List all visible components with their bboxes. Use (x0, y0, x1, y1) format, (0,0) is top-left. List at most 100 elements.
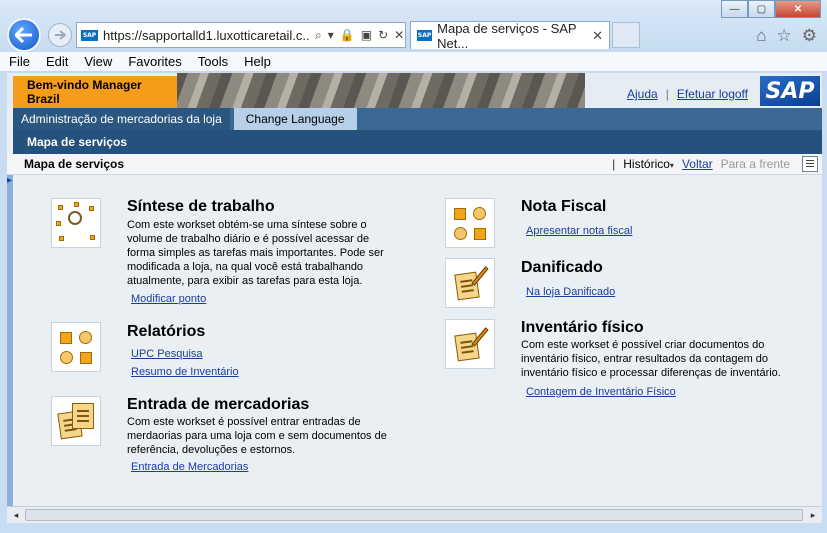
address-icons: ⌕ ▾ 🔒 ▣ ↻ ✕ (315, 28, 404, 43)
forward-button[interactable] (48, 23, 72, 47)
square-shape (80, 352, 92, 364)
title-bar-actions: | Histórico Voltar Para a frente (612, 156, 822, 172)
welcome-message: Bem-vindo Manager Brazil (13, 76, 177, 108)
nav-store-merchandise[interactable]: Administração de mercadorias da loja (13, 108, 230, 130)
inventory-summary-link[interactable]: Resumo de Inventário (131, 366, 239, 378)
search-icon[interactable]: ⌕ (315, 28, 322, 43)
damaged-title[interactable]: Danificado (521, 259, 603, 277)
square-shape (454, 208, 466, 220)
second-level-navigation: Mapa de serviços (13, 130, 822, 154)
top-level-navigation: Administração de mercadorias da loja Cha… (13, 108, 822, 130)
node (90, 235, 95, 240)
title-separator: | (612, 157, 616, 171)
goods-receipt-link[interactable]: Entrada de Mercadorias (131, 461, 248, 473)
page-menu-icon[interactable] (802, 156, 818, 172)
circle-shape (60, 351, 73, 364)
goods-receipt-title[interactable]: Entrada de mercadorias (127, 396, 309, 414)
history-dropdown[interactable]: Histórico (623, 157, 674, 171)
menu-tools[interactable]: Tools (190, 54, 236, 69)
scroll-right-icon[interactable]: ▸ (806, 509, 820, 521)
circle-shape (79, 331, 92, 344)
forward-link: Para a frente (720, 157, 790, 171)
physical-inventory-title[interactable]: Inventário físico (521, 319, 644, 337)
lock-icon[interactable]: 🔒 (340, 28, 355, 43)
reports-icon[interactable] (51, 322, 101, 372)
menu-file[interactable]: File (0, 54, 38, 69)
scrollbar-thumb[interactable] (25, 509, 803, 521)
document-shape (72, 403, 94, 429)
circle-shape (454, 227, 467, 240)
page-title-bar: Mapa de serviços | Histórico Voltar Para… (7, 154, 822, 175)
help-link[interactable]: Ajuda (627, 87, 658, 101)
change-language-tab[interactable]: Change Language (233, 108, 357, 130)
service-map-content: Síntese de trabalho Com este workset obt… (13, 175, 822, 506)
logoff-link[interactable]: Efetuar logoff (677, 87, 748, 101)
browser-chrome: SAP https://sapportalld1.luxotticaretail… (0, 0, 827, 52)
banner-image (177, 73, 585, 108)
browser-toolbar-icons: ⌂ ☆ ⚙ (756, 26, 817, 46)
node (89, 206, 94, 211)
goods-receipt-icon[interactable] (51, 396, 101, 446)
dropdown-icon[interactable]: ▾ (328, 28, 334, 43)
physical-inventory-description: Com este workset é possível criar docume… (521, 339, 781, 379)
header-links: Ajuda | Efetuar logoff (627, 87, 748, 101)
tab-close-icon[interactable]: ✕ (592, 28, 603, 44)
square-shape (474, 228, 486, 240)
circle-shape (473, 207, 486, 220)
portal-banner: Bem-vindo Manager Brazil Ajuda | Efetuar… (7, 73, 822, 108)
new-tab-button[interactable] (612, 22, 640, 48)
back-link[interactable]: Voltar (682, 157, 713, 171)
tab-title: Mapa de serviços - SAP Net... (437, 20, 577, 51)
status-area (7, 523, 822, 533)
close-window-button[interactable]: ✕ (775, 0, 821, 18)
menu-edit[interactable]: Edit (38, 54, 76, 69)
forward-arrow-icon (55, 30, 66, 40)
node (56, 221, 61, 226)
menu-favorites[interactable]: Favorites (120, 54, 189, 69)
header-separator: | (665, 87, 669, 101)
browser-tab[interactable]: SAP Mapa de serviços - SAP Net... ✕ (410, 20, 610, 51)
minimize-button[interactable]: — (721, 0, 748, 18)
invoice-icon[interactable] (445, 198, 495, 248)
window-controls: — ▢ ✕ (721, 0, 821, 18)
favorites-star-icon[interactable]: ☆ (777, 26, 792, 46)
scroll-left-icon[interactable]: ◂ (9, 509, 23, 521)
work-overview-title[interactable]: Síntese de trabalho (127, 198, 275, 216)
in-store-damaged-link[interactable]: Na loja Danificado (526, 286, 615, 298)
refresh-icon[interactable]: ↻ (378, 28, 388, 43)
address-bar[interactable]: SAP https://sapportalld1.luxotticaretail… (76, 22, 406, 48)
settings-gear-icon[interactable]: ⚙ (802, 26, 817, 46)
modify-store-link[interactable]: Modificar ponto (131, 293, 206, 305)
damaged-icon[interactable] (445, 258, 495, 308)
tab-favicon-icon: SAP (417, 30, 433, 41)
menu-view[interactable]: View (76, 54, 120, 69)
page-title: Mapa de serviços (24, 157, 125, 171)
reports-title[interactable]: Relatórios (127, 323, 205, 341)
nav-service-map[interactable]: Mapa de serviços (27, 135, 127, 149)
square-shape (60, 332, 72, 344)
magnifier-hub (68, 211, 82, 225)
physical-inventory-icon[interactable] (445, 319, 495, 369)
inventory-count-link[interactable]: Contagem de Inventário Físico (526, 386, 676, 398)
upc-search-link[interactable]: UPC Pesquisa (131, 348, 203, 360)
invoice-title[interactable]: Nota Fiscal (521, 198, 606, 216)
browser-menu-bar: File Edit View Favorites Tools Help (0, 52, 827, 72)
work-overview-icon[interactable] (51, 198, 101, 248)
maximize-button[interactable]: ▢ (748, 0, 775, 18)
sap-logo: SAP (760, 76, 820, 106)
sap-portal-page: Bem-vindo Manager Brazil Ajuda | Efetuar… (7, 73, 822, 533)
back-arrow-icon (15, 27, 32, 43)
node (58, 205, 63, 210)
home-icon[interactable]: ⌂ (756, 26, 766, 46)
menu-help[interactable]: Help (236, 54, 279, 69)
compat-view-icon[interactable]: ▣ (361, 28, 372, 43)
sap-favicon-icon: SAP (81, 29, 98, 41)
horizontal-scrollbar[interactable]: ◂ ▸ (7, 506, 822, 523)
stop-icon[interactable]: ✕ (394, 28, 404, 43)
back-button[interactable] (7, 18, 41, 52)
work-overview-description: Com este workset obtém-se uma síntese so… (127, 219, 384, 287)
goods-receipt-description: Com este workset é possível entrar entra… (127, 416, 387, 456)
node (74, 202, 79, 207)
show-invoice-link[interactable]: Apresentar nota fiscal (526, 225, 632, 237)
address-url[interactable]: https://sapportalld1.luxotticaretail.c..… (103, 28, 309, 43)
